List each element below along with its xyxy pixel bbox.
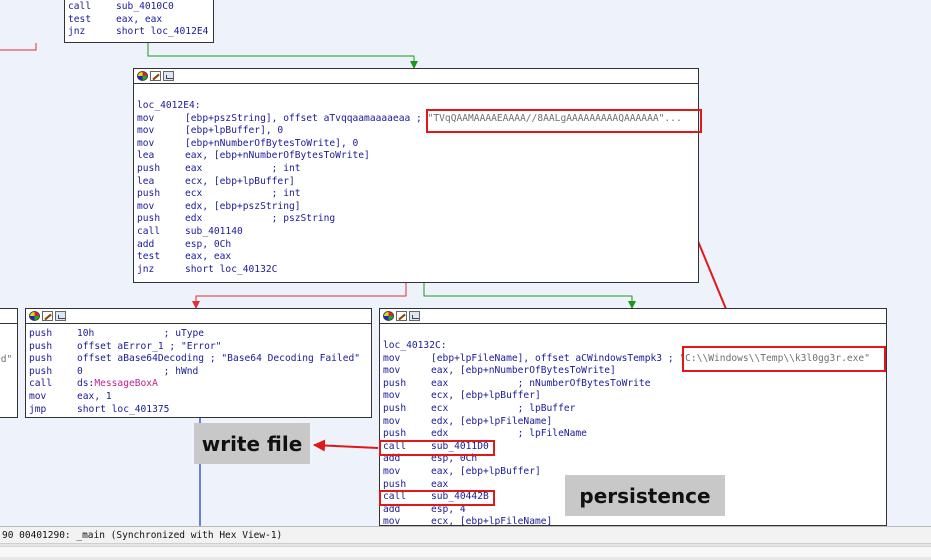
code-line: mov edx, [ebp+pszString] [137,200,301,212]
color-palette-icon[interactable] [137,71,148,81]
code-block-base64-error[interactable]: push 10h ; uType push offset aError_1 ; "E… [25,308,372,418]
code-line: push edx ; lpFileName [383,428,587,440]
code-line: add esp, 0Ch [137,238,232,250]
node-header [380,309,886,324]
graph-view-icon[interactable] [55,311,66,321]
code-line: call sub_401140 [137,225,243,237]
import-function-name: MessageBoxA [94,378,158,390]
code-line: mov ecx, [ebp+lpBuffer] [383,390,541,402]
edge-main-to-loc [423,283,636,309]
code-line: push 0 ; hWnd [29,365,199,377]
scrollbar-thumb[interactable] [0,546,931,557]
code-line: push ecx ; int [137,188,301,200]
code-line: mov [ebp+nNumberOfBytesToWrite], 0 [137,137,359,149]
code-line: lea eax, [ebp+nNumberOfBytesToWrite] [137,150,370,162]
code-line: call sub_4010C0 [68,1,174,12]
persistence-callout: persistence [565,475,725,516]
write-file-callout: write file [194,423,310,464]
code-line: mov ecx, [ebp+lpFileName] [383,516,553,526]
edit-node-icon[interactable] [150,71,161,81]
edit-node-icon[interactable] [396,311,407,321]
node-header [26,309,371,324]
annotation-arrow-write-file [313,439,379,452]
code-line: jmp short loc_401375 [29,403,170,415]
edge-top-to-main [147,43,418,69]
graph-view-icon[interactable] [409,311,420,321]
code-line: push eax ; nNumberOfBytesToWrite [383,377,651,389]
code-line: mov edx, [ebp+lpFileName] [383,415,553,427]
code-line: push offset aError_1 ; "Error" [29,340,222,352]
status-bar: 90 00401290: _main (Synchronized with He… [0,526,931,543]
code-line: push offset aBase64Decoding ; "Base64 Dec… [29,353,361,365]
highlight-call-write-file [379,440,495,456]
code-line: call ds:MessageBoxA [29,378,158,390]
code-line: ed" [0,354,13,365]
code-line: push eax ; int [137,162,301,174]
code-line: jnz short loc_40132C [137,263,278,275]
code-line: jnz short loc_4012E4 [68,26,209,38]
code-line: lea ecx, [ebp+lpBuffer] [137,175,295,187]
code-line: test eax, eax [68,13,163,25]
color-palette-icon[interactable] [383,311,394,321]
code-line: push edx ; pszString [137,213,336,225]
node-header [134,69,698,84]
code-line: test eax, eax [137,251,232,263]
graph-view-icon[interactable] [163,71,174,81]
edit-node-icon[interactable] [42,311,53,321]
top-code-block[interactable]: call sub_4010C0 test eax, eax jnz short loc… [64,0,214,43]
code-line: push 10h ; uType [29,328,205,339]
edge-main-to-error [192,283,407,309]
highlight-base64-string [426,109,702,133]
highlight-call-persistence [379,490,495,506]
code-line: push ecx ; lpBuffer [383,402,576,414]
highlight-file-path [682,346,886,372]
color-palette-icon[interactable] [29,311,40,321]
code-block-loc-4012e4[interactable]: loc_4012E4: mov [ebp+pszString], offset a… [133,68,699,283]
code-line: mov eax, 1 [29,390,112,402]
edge-offscreen-left [0,43,37,51]
offscreen-left-code-block[interactable]: ed" [0,308,18,418]
